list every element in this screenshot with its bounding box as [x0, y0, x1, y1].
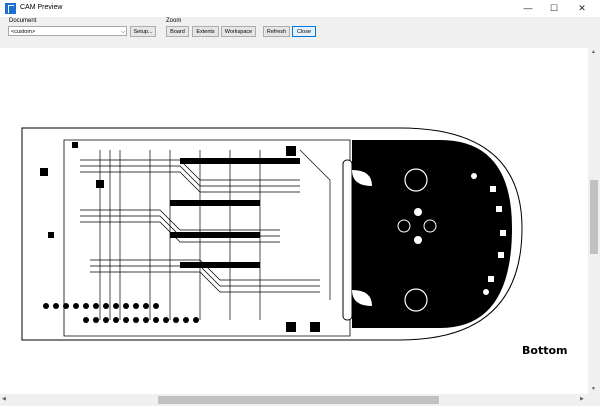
title-bar: CAM Preview — ☐ ✕ — [0, 0, 600, 17]
board-slot — [342, 159, 353, 321]
horizontal-scrollbar[interactable]: ◀ ▶ — [0, 394, 588, 406]
scroll-left-icon[interactable]: ◀ — [2, 396, 6, 402]
connector-pads — [43, 303, 199, 323]
toolbar: Document <custom> ⌵ Setup... Zoom Board … — [0, 17, 600, 49]
document-select[interactable]: <custom> ⌵ — [8, 26, 127, 36]
vertical-scrollbar[interactable]: ▲ ▼ — [588, 48, 600, 394]
vertical-scroll-thumb[interactable] — [590, 180, 598, 254]
center-hole — [414, 236, 422, 244]
minimize-button[interactable]: — — [517, 0, 539, 17]
document-select-value: <custom> — [11, 29, 36, 35]
horizontal-scroll-thumb[interactable] — [158, 396, 439, 404]
document-group-label: Document — [9, 18, 37, 24]
window-title: CAM Preview — [20, 4, 63, 11]
component-pads — [40, 142, 320, 332]
center-hole — [414, 208, 422, 216]
zoom-extents-button[interactable]: Extents — [192, 26, 219, 37]
refresh-button[interactable]: Refresh — [263, 26, 290, 37]
scroll-up-icon[interactable]: ▲ — [591, 49, 596, 55]
app-icon — [5, 3, 16, 14]
maximize-button[interactable]: ☐ — [543, 0, 565, 17]
pcb-preview — [21, 127, 523, 341]
close-window-button[interactable]: ✕ — [571, 0, 593, 17]
layer-label: Bottom — [522, 344, 568, 357]
setup-button[interactable]: Setup... — [130, 26, 156, 37]
zoom-group-label: Zoom — [166, 18, 182, 24]
scroll-right-icon[interactable]: ▶ — [580, 396, 584, 402]
scroll-down-icon[interactable]: ▼ — [591, 386, 596, 392]
preview-canvas[interactable]: Bottom — [0, 48, 588, 394]
chevron-down-icon: ⌵ — [121, 29, 125, 35]
zoom-board-button[interactable]: Board — [166, 26, 189, 37]
close-button[interactable]: Close — [292, 26, 316, 37]
copper-pour — [352, 140, 512, 328]
scroll-corner — [588, 394, 600, 406]
zoom-workspace-button[interactable]: Workspace — [221, 26, 256, 37]
